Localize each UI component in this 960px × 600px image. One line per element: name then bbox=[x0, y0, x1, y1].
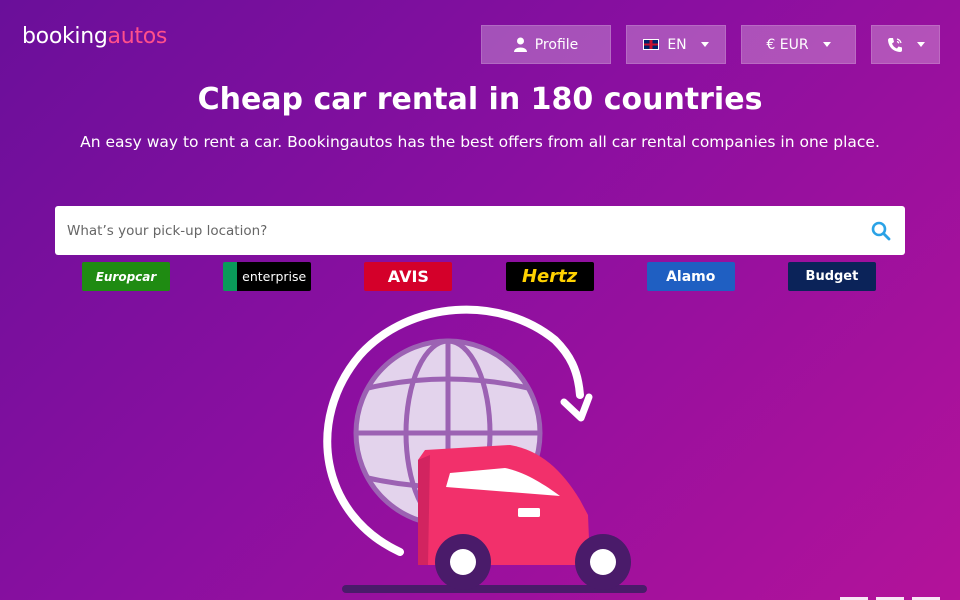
rental-brands: Europcar enterprise AVIS Hertz Alamo Bud… bbox=[82, 262, 876, 291]
search-bar bbox=[55, 206, 905, 255]
profile-button[interactable]: Profile bbox=[481, 25, 611, 64]
logo-text-autos: autos bbox=[107, 24, 168, 49]
profile-label: Profile bbox=[534, 36, 579, 53]
language-label: EN bbox=[667, 36, 687, 53]
brand-logo-europcar: Europcar bbox=[82, 262, 170, 291]
brand-logo-budget: Budget bbox=[787, 262, 876, 291]
search-icon bbox=[871, 221, 891, 240]
currency-selector[interactable]: € EUR bbox=[741, 25, 856, 64]
brand-logo-hertz: Hertz bbox=[505, 262, 594, 291]
language-selector[interactable]: EN bbox=[626, 25, 726, 64]
logo[interactable]: bookingautos bbox=[22, 24, 167, 49]
top-navigation: Profile EN € EUR bbox=[481, 25, 940, 64]
brand-logo-alamo: Alamo bbox=[646, 262, 735, 291]
pickup-location-input[interactable] bbox=[55, 206, 857, 255]
logo-text-booking: booking bbox=[22, 24, 108, 49]
user-icon bbox=[513, 37, 527, 52]
page-subtitle: An easy way to rent a car. Bookingautos … bbox=[80, 133, 880, 151]
brand-logo-enterprise: enterprise bbox=[223, 262, 312, 291]
uk-flag-icon bbox=[643, 39, 660, 50]
brand-logo-avis: AVIS bbox=[364, 262, 453, 291]
chevron-down-icon bbox=[916, 42, 925, 47]
phone-icon bbox=[887, 37, 902, 52]
phone-button[interactable] bbox=[871, 25, 940, 64]
globe-car-illustration bbox=[323, 305, 647, 593]
search-button[interactable] bbox=[857, 206, 905, 255]
currency-label: € EUR bbox=[766, 36, 809, 53]
chevron-down-icon bbox=[700, 42, 709, 47]
page-title: Cheap car rental in 180 countries bbox=[197, 82, 763, 117]
chevron-down-icon bbox=[822, 42, 831, 47]
